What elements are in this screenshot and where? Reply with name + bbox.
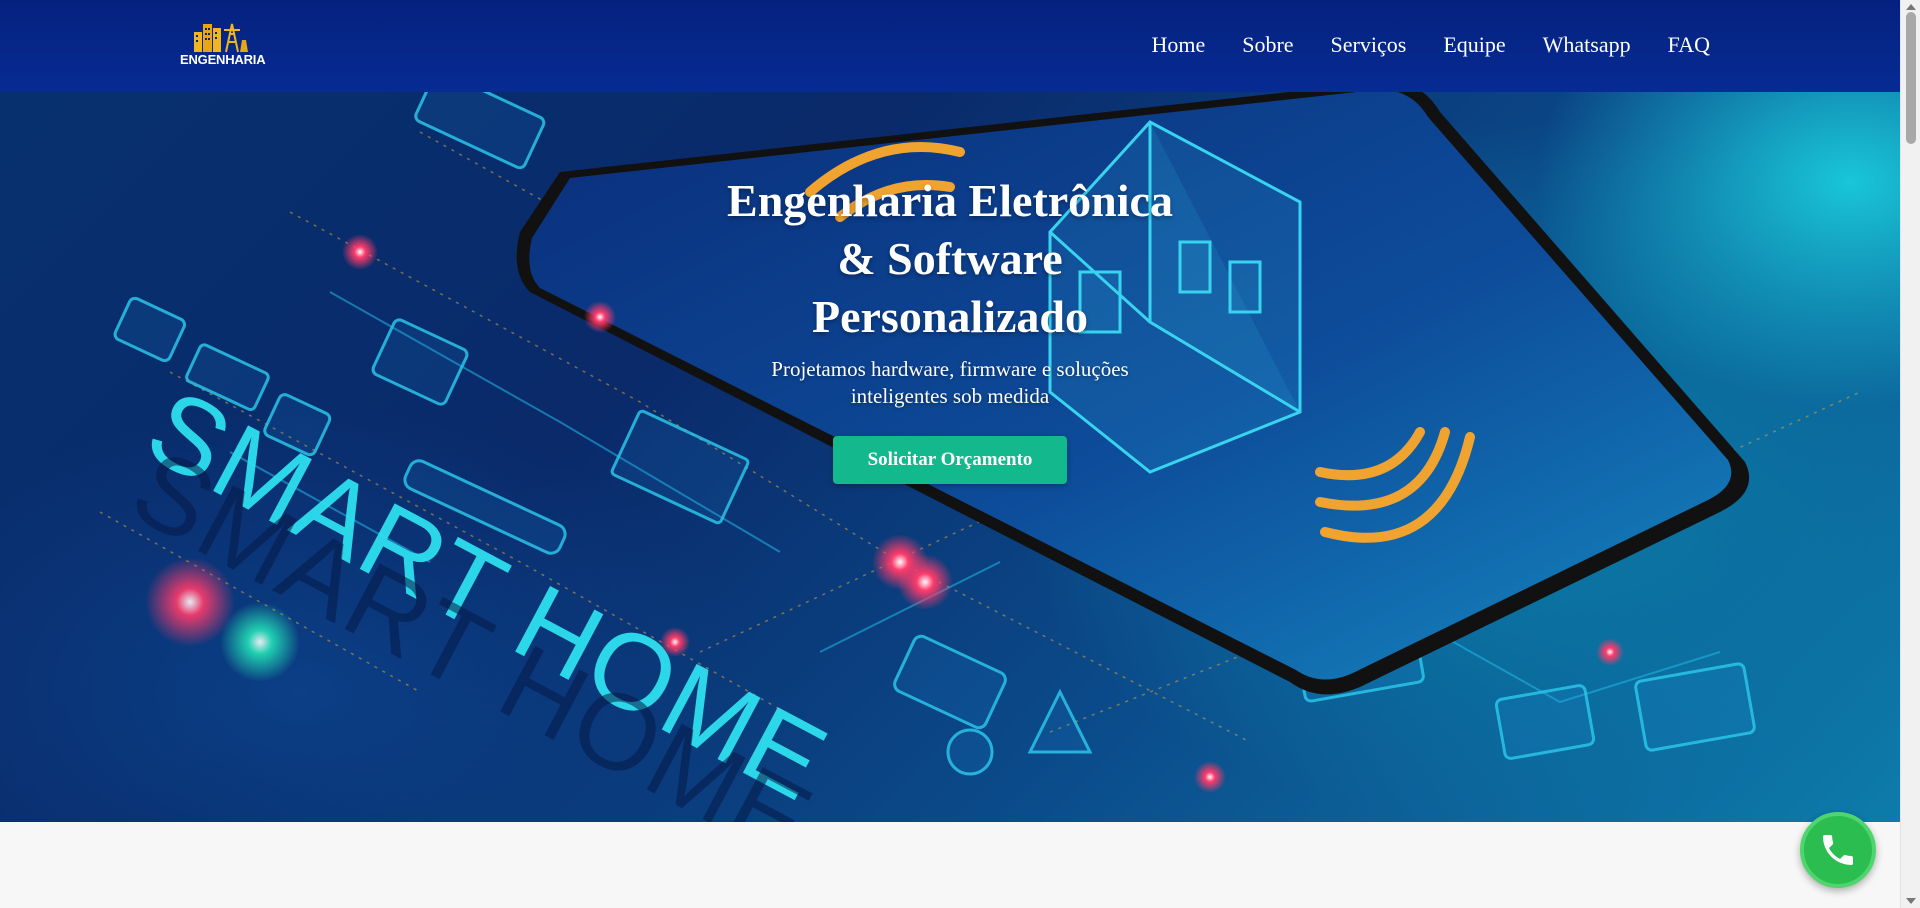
brand-logo[interactable]: ENGENHARIA (180, 18, 266, 74)
whatsapp-float-button[interactable] (1800, 812, 1876, 888)
hero-title-line-1: Engenharia Eletrônica (727, 175, 1173, 226)
scroll-down-arrow-icon[interactable] (1906, 898, 1916, 904)
page: ENGENHARIA Home Sobre Serviços Equipe Wh… (0, 0, 1920, 908)
nav-link-equipe[interactable]: Equipe (1443, 31, 1505, 59)
page-scrollbar[interactable] (1900, 0, 1920, 908)
hero-section: SMART HOME SMART HOME Engenharia Eletrôn… (0, 92, 1900, 822)
hero-title: Engenharia Eletrônica & Software Persona… (650, 172, 1250, 346)
request-quote-button[interactable]: Solicitar Orçamento (833, 436, 1067, 484)
hero-title-line-2: & Software (837, 233, 1063, 284)
nav-link-servicos[interactable]: Serviços (1331, 31, 1407, 59)
nav-link-faq[interactable]: FAQ (1668, 31, 1710, 59)
hero-content: Engenharia Eletrônica & Software Persona… (650, 172, 1250, 484)
nav-link-whatsapp[interactable]: Whatsapp (1543, 31, 1631, 59)
nav-link-home[interactable]: Home (1151, 31, 1205, 59)
hero-title-line-3: Personalizado (812, 291, 1088, 342)
logo-text: ENGENHARIA (180, 52, 266, 67)
scroll-up-arrow-icon[interactable] (1906, 4, 1916, 10)
nav-link-sobre[interactable]: Sobre (1242, 31, 1293, 59)
hero-subtitle: Projetamos hardware, firmware e soluções… (771, 357, 1129, 408)
building-icon (194, 23, 248, 53)
navbar: ENGENHARIA Home Sobre Serviços Equipe Wh… (0, 0, 1900, 92)
main-nav: Home Sobre Serviços Equipe Whatsapp FAQ (1151, 31, 1710, 59)
phone-icon (1823, 835, 1853, 865)
scrollbar-thumb[interactable] (1906, 12, 1916, 144)
